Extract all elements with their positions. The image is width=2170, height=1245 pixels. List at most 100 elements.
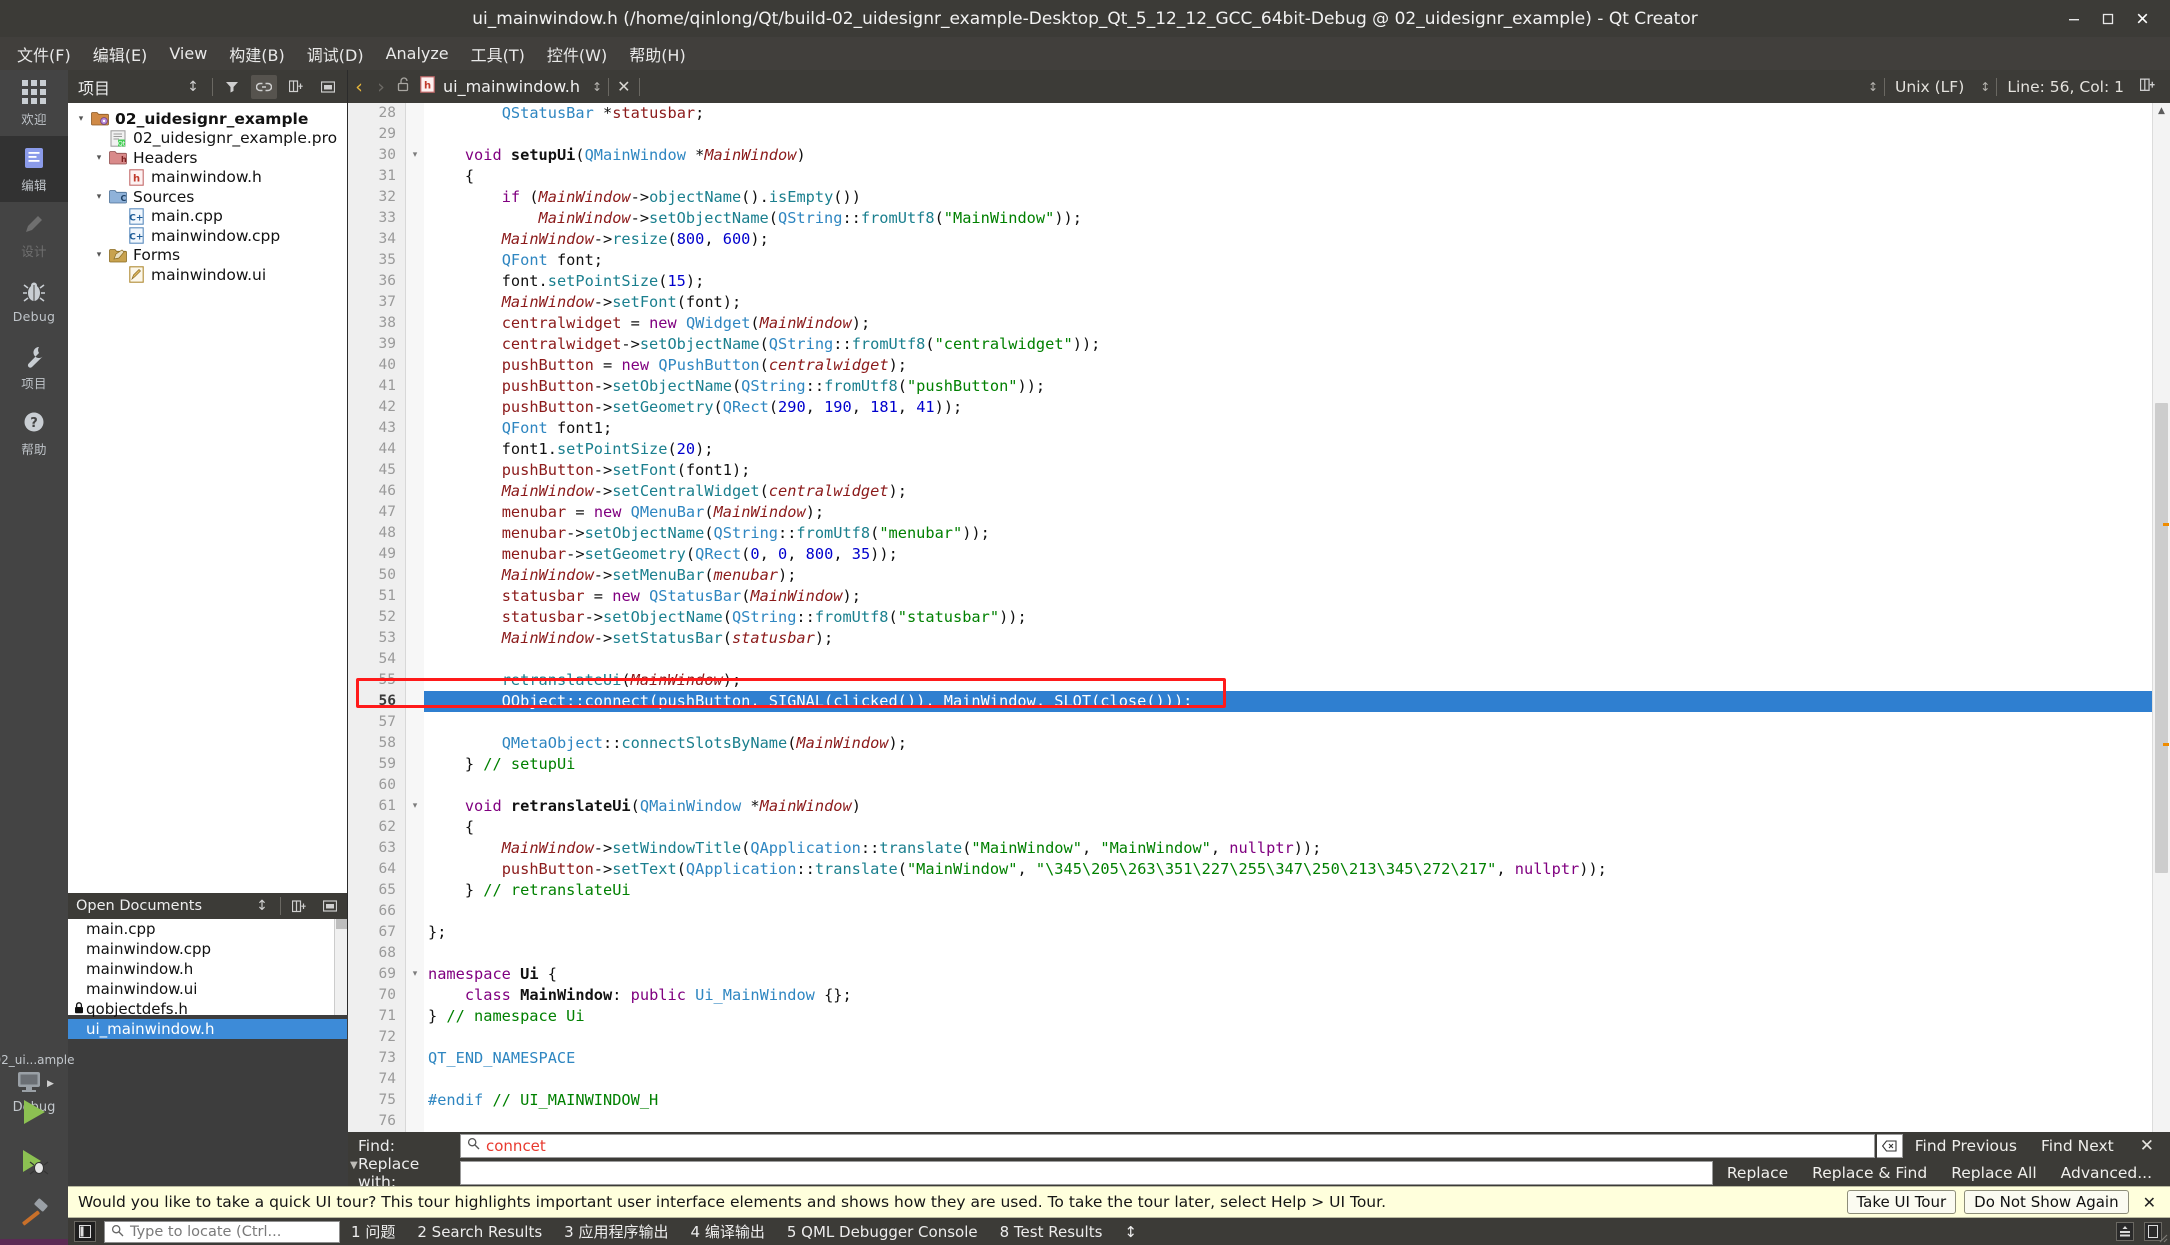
menu-debug[interactable]: 调试(D) (296, 38, 375, 70)
code-folding-column[interactable]: ▾ ▾ ▾ (406, 103, 424, 1132)
open-documents-scrollbar[interactable] (334, 919, 347, 1015)
run-button[interactable] (17, 1097, 51, 1131)
progress-detail-icon[interactable] (2116, 1222, 2134, 1241)
take-ui-tour-button[interactable]: Take UI Tour (1846, 1190, 1957, 1214)
replace-all-button[interactable]: Replace All (1939, 1161, 2048, 1185)
menu-build[interactable]: 构建(B) (218, 38, 295, 70)
build-button[interactable] (17, 1197, 51, 1231)
code-line[interactable]: menubar->setGeometry(QRect(0, 0, 800, 35… (424, 544, 2152, 565)
code-line[interactable]: QT_END_NAMESPACE (424, 1048, 2152, 1069)
link-icon[interactable] (251, 74, 277, 99)
code-line[interactable]: } // namespace Ui (424, 1006, 2152, 1027)
menu-analyze[interactable]: Analyze (375, 40, 460, 67)
find-previous-button[interactable]: Find Previous (1903, 1134, 2029, 1158)
code-line[interactable]: MainWindow->setMenuBar(menubar); (424, 565, 2152, 586)
locator-input[interactable]: Type to locate (Ctrl... (104, 1220, 340, 1243)
close-panel-icon[interactable] (315, 75, 341, 99)
close-panel-icon[interactable] (317, 894, 343, 918)
code-line[interactable] (424, 1111, 2152, 1132)
output-pane-qml-debugger[interactable]: 5 QML Debugger Console (776, 1223, 989, 1241)
navigate-back-button[interactable]: ‹ (348, 76, 370, 98)
maximize-button[interactable] (2098, 9, 2118, 29)
navigate-forward-button[interactable]: › (370, 76, 392, 98)
filter-icon[interactable] (219, 75, 245, 99)
code-line[interactable]: font.setPointSize(15); (424, 271, 2152, 292)
code-line[interactable] (424, 1027, 2152, 1048)
code-line[interactable]: MainWindow->setObjectName(QString::fromU… (424, 208, 2152, 229)
scrollbar-thumb[interactable] (2155, 403, 2168, 873)
chevron-down-icon[interactable]: ▾ (90, 153, 108, 163)
advanced-find-button[interactable]: Advanced... (2049, 1161, 2164, 1185)
project-tree-item[interactable]: C+ main.cpp (68, 207, 347, 227)
output-pane-more-button[interactable]: ↕ (1113, 1223, 1148, 1241)
project-tree-item[interactable]: ▾ C+ Sources (68, 187, 347, 207)
sort-updown-icon[interactable]: ↕ (249, 894, 275, 918)
replace-and-find-button[interactable]: Replace & Find (1800, 1161, 1939, 1185)
code-line[interactable] (424, 1069, 2152, 1090)
code-line[interactable]: MainWindow->setFont(font); (424, 292, 2152, 313)
open-document-item[interactable]: qobjectdefs.h (68, 999, 347, 1019)
line-ending-selector[interactable]: Unix (LF) (1885, 78, 1974, 96)
code-line[interactable]: menubar->setObjectName(QString::fromUtf8… (424, 523, 2152, 544)
project-tree-item[interactable]: ▾ h Headers (68, 148, 347, 168)
code-line[interactable]: centralwidget->setObjectName(QString::fr… (424, 334, 2152, 355)
fold-toggle-icon[interactable]: ▾ (406, 145, 424, 166)
replace-button[interactable]: Replace (1715, 1161, 1800, 1185)
output-pane-compile-output[interactable]: 4 编译输出 (679, 1221, 775, 1242)
code-line[interactable]: statusbar->setObjectName(QString::fromUt… (424, 607, 2152, 628)
menu-widgets[interactable]: 控件(W) (536, 38, 618, 70)
open-document-item[interactable]: main.cpp (68, 919, 347, 939)
code-line[interactable]: font1.setPointSize(20); (424, 439, 2152, 460)
code-line[interactable]: menubar = new QMenuBar(MainWindow); (424, 502, 2152, 523)
output-pane-search-results[interactable]: 2 Search Results (406, 1223, 553, 1241)
find-next-button[interactable]: Find Next (2029, 1134, 2126, 1158)
menu-tools[interactable]: 工具(T) (460, 38, 536, 70)
mode-edit[interactable]: 编辑 (0, 136, 68, 202)
editor-vertical-scrollbar[interactable]: ▲ (2152, 103, 2170, 1132)
debug-button[interactable] (17, 1147, 51, 1181)
close-button[interactable] (2132, 9, 2152, 29)
sort-updown-icon[interactable]: ↕ (180, 75, 206, 99)
split-icon[interactable] (2134, 78, 2162, 95)
code-line[interactable]: } // retranslateUi (424, 880, 2152, 901)
code-line[interactable]: MainWindow->setStatusBar(statusbar); (424, 628, 2152, 649)
chevron-down-icon[interactable]: ▾ (90, 250, 108, 260)
code-line[interactable]: class MainWindow: public Ui_MainWindow {… (424, 985, 2152, 1006)
encoding-dropdown-arrow[interactable]: ↕ (1974, 80, 1996, 94)
chevron-down-icon[interactable]: ▾ (90, 192, 108, 202)
menu-help[interactable]: 帮助(H) (618, 38, 697, 70)
code-line[interactable]: pushButton->setObjectName(QString::fromU… (424, 376, 2152, 397)
scroll-up-arrow[interactable]: ▲ (2153, 103, 2170, 119)
find-close-button[interactable]: ✕ (2126, 1136, 2164, 1156)
code-line[interactable]: if (MainWindow->objectName().isEmpty()) (424, 187, 2152, 208)
open-document-item[interactable]: mainwindow.ui (68, 979, 347, 999)
menu-file[interactable]: 文件(F) (6, 38, 82, 70)
split-icon[interactable] (286, 894, 312, 918)
do-not-show-again-button[interactable]: Do Not Show Again (1964, 1190, 2129, 1214)
find-input[interactable]: conncet (460, 1133, 1875, 1158)
line-ending-dropdown-arrow[interactable]: ↕ (1862, 80, 1884, 94)
replace-input[interactable] (460, 1160, 1713, 1185)
resize-grip[interactable] (2156, 1231, 2168, 1243)
code-line[interactable]: pushButton = new QPushButton(centralwidg… (424, 355, 2152, 376)
code-line[interactable]: MainWindow->resize(800, 600); (424, 229, 2152, 250)
code-line[interactable] (424, 943, 2152, 964)
find-collapse-arrow[interactable]: ▼ (350, 1160, 358, 1171)
open-document-item[interactable]: mainwindow.h (68, 959, 347, 979)
code-line[interactable] (424, 775, 2152, 796)
editor-tab-ui-mainwindow-h[interactable]: h ui_mainwindow.h (414, 70, 586, 103)
code-line[interactable] (424, 901, 2152, 922)
unlocked-icon[interactable] (392, 77, 414, 96)
code-line[interactable]: }; (424, 922, 2152, 943)
project-tree-item[interactable]: ▾ Forms (68, 246, 347, 266)
code-line[interactable]: { (424, 817, 2152, 838)
fold-toggle-icon[interactable]: ▾ (406, 796, 424, 817)
code-line[interactable]: MainWindow->setCentralWidget(centralwidg… (424, 481, 2152, 502)
code-line[interactable]: #endif // UI_MAINWINDOW_H (424, 1090, 2152, 1111)
code-editor[interactable]: 28 29 30 31 32 33 34 35 36 37 38 39 40 41 42 43 44 45 46 47… (348, 103, 2170, 1132)
code-line[interactable]: QFont font1; (424, 418, 2152, 439)
code-line[interactable]: QMetaObject::connectSlotsByName(MainWind… (424, 733, 2152, 754)
open-document-item[interactable]: mainwindow.cpp (68, 939, 347, 959)
output-pane-test-results[interactable]: 8 Test Results (989, 1223, 1114, 1241)
project-tree-item[interactable]: ▾ 02_uidesignr_example (68, 109, 347, 129)
